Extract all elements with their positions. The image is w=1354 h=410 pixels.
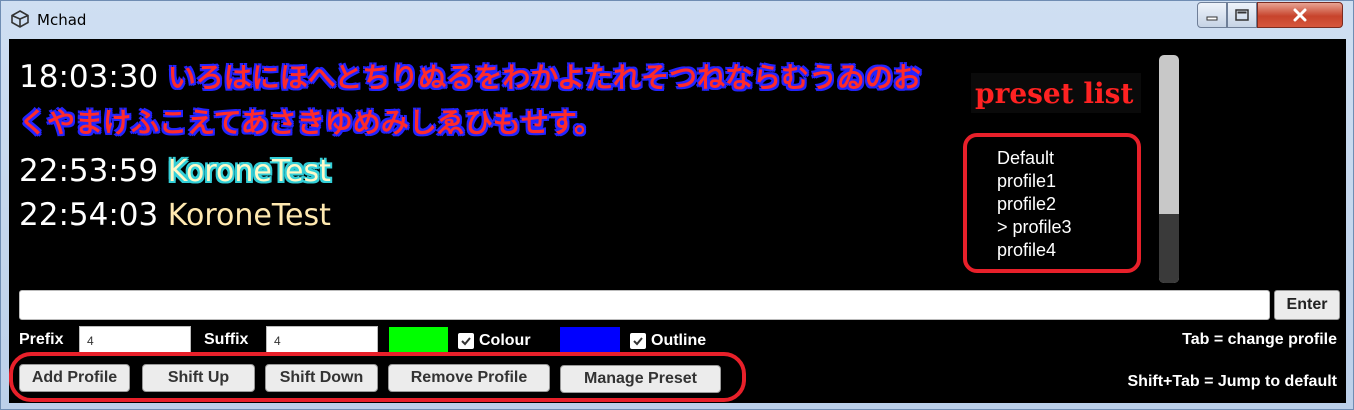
minimize-icon <box>1206 16 1218 21</box>
prefix-field[interactable]: 4 <box>79 326 191 354</box>
suffix-field[interactable]: 4 <box>266 326 378 354</box>
chat-message: いろはにほへとちりぬるをわかよたれそつねならむうゐのお <box>167 61 921 94</box>
chat-line: くやまけふこえてあさきゆめみしゑひもせす。 <box>19 103 602 143</box>
shift-down-button[interactable]: Shift Down <box>265 364 378 392</box>
preset-list-title: preset list <box>971 73 1141 113</box>
checkmark-icon <box>461 337 471 346</box>
scrollbar-thumb[interactable] <box>1159 214 1179 283</box>
chat-message: KoroneTest <box>167 198 331 233</box>
manage-preset-button[interactable]: Manage Preset <box>560 365 721 393</box>
window-title: Mchad <box>37 11 87 29</box>
chat-timestamp: 22:53:59 <box>19 153 159 189</box>
colour-checkbox[interactable] <box>458 333 474 349</box>
close-icon <box>1293 8 1307 22</box>
shift-up-button[interactable]: Shift Up <box>142 364 255 392</box>
message-input[interactable] <box>19 290 1270 320</box>
chat-timestamp: 18:03:30 <box>19 59 159 95</box>
unity-logo-icon <box>11 10 29 28</box>
app-window: Mchad 18:03:30 いろはにほへとちりぬるをわかよたれそつねならむうゐ… <box>0 0 1354 410</box>
colour-label: Colour <box>479 332 531 349</box>
chat-line: 18:03:30 いろはにほへとちりぬるをわかよたれそつねならむうゐのお <box>19 57 921 98</box>
prefix-label: Prefix <box>19 331 64 348</box>
close-button[interactable] <box>1257 2 1343 28</box>
add-profile-button[interactable]: Add Profile <box>19 364 130 392</box>
chat-line: 22:53:59 KoroneTest <box>19 151 331 192</box>
chat-line: 22:54:03 KoroneTest <box>19 195 331 236</box>
chat-message: くやまけふこえてあさきゆめみしゑひもせす。 <box>19 106 602 139</box>
preset-item-selected[interactable]: > profile3 <box>997 216 1072 239</box>
outline-label: Outline <box>651 332 707 349</box>
client-area: 18:03:30 いろはにほへとちりぬるをわかよたれそつねならむうゐのお くやま… <box>9 39 1346 403</box>
enter-button[interactable]: Enter <box>1274 290 1340 320</box>
outline-checkbox[interactable] <box>630 333 646 349</box>
maximize-button[interactable] <box>1227 2 1257 28</box>
shift-tab-hint: Shift+Tab = Jump to default <box>1127 373 1338 390</box>
minimize-button[interactable] <box>1197 2 1227 28</box>
preset-item[interactable]: profile4 <box>997 239 1056 262</box>
chat-message: KoroneTest <box>167 154 331 189</box>
title-bar[interactable]: Mchad <box>1 1 1353 39</box>
colour-swatch[interactable] <box>389 327 448 354</box>
remove-profile-button[interactable]: Remove Profile <box>388 364 550 392</box>
maximize-icon <box>1235 9 1249 21</box>
preset-item[interactable]: profile2 <box>997 193 1056 216</box>
checkmark-icon <box>633 337 643 346</box>
tab-hint: Tab = change profile <box>1182 331 1337 348</box>
preset-item[interactable]: profile1 <box>997 170 1056 193</box>
preset-item[interactable]: Default <box>997 147 1054 170</box>
chat-timestamp: 22:54:03 <box>19 197 159 233</box>
suffix-label: Suffix <box>204 331 249 348</box>
outline-swatch[interactable] <box>560 327 620 354</box>
